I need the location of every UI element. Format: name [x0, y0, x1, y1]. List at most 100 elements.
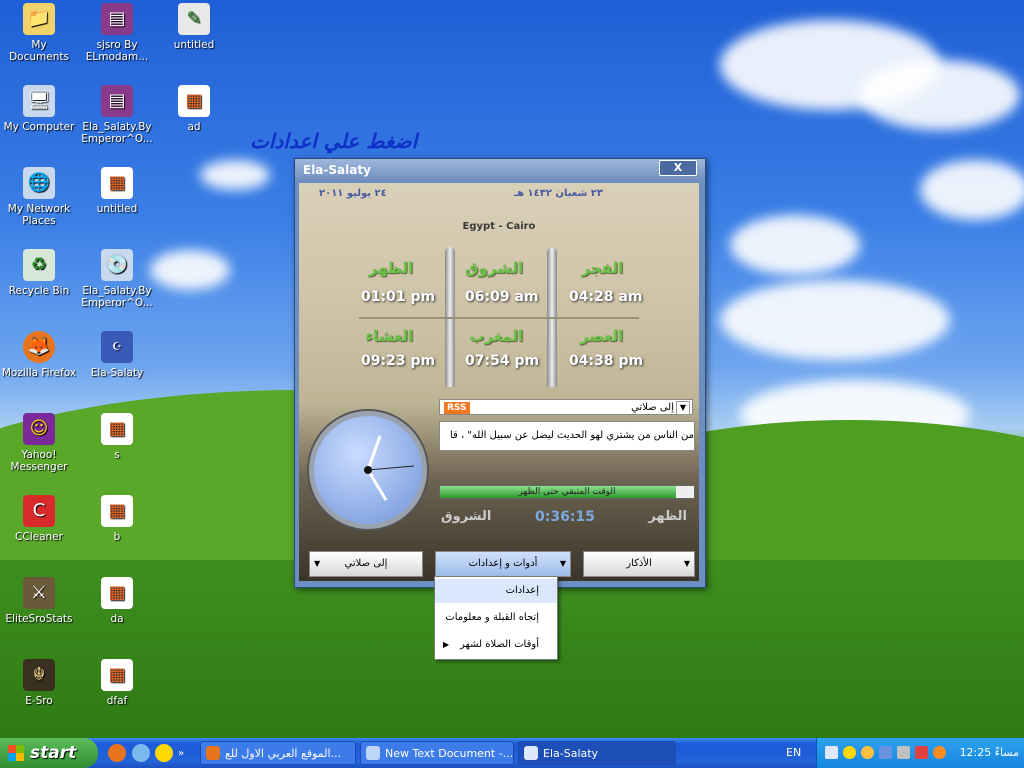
desktop-icon-my-documents[interactable]: 📁 My Documents [0, 3, 78, 63]
desktop-icon-ela-salaty-rar-1[interactable]: ▤ Ela_Salaty.By Emperor^O... [78, 85, 156, 145]
network-tray-icon[interactable] [879, 746, 892, 759]
desktop-icon-untitled-1[interactable]: ✎ untitled [155, 3, 233, 51]
security-tray-icon[interactable] [915, 746, 928, 759]
progress-label: الوقت المتبقي حتى الظهر [518, 487, 616, 497]
window-titlebar[interactable]: Ela-Salaty X [295, 159, 705, 181]
desktop-icon-ela-salaty-rar-2[interactable]: 💿 Ela_Salaty.By Emperor^O... [78, 249, 156, 309]
ela-salaty-tray-icon[interactable] [825, 746, 838, 759]
hijri-date: ٢٣ شعبان ١٤٣٢ هـ [513, 188, 603, 199]
ie-quicklaunch-icon[interactable] [132, 744, 150, 762]
task-arabic-site[interactable]: الموقع العربي الاول للع... [200, 741, 356, 765]
task-label: الموقع العربي الاول للع... [225, 747, 342, 760]
close-button[interactable]: X [659, 160, 697, 176]
prayer-time-shuruq: 06:09 am [465, 289, 539, 305]
desktop-icon-ad[interactable]: ▦ ad [155, 85, 233, 133]
city-label: Egypt - Cairo [462, 221, 536, 232]
desktop-icon-sjsro[interactable]: ▤ sjsro By ELmodam... [78, 3, 156, 63]
emoticon-tray-icon[interactable] [861, 746, 874, 759]
button-label: الأذكار [626, 558, 652, 569]
taskbar: start » الموقع العربي الاول للع... New T… [0, 738, 1024, 768]
adhkar-button[interactable]: ▼ الأذكار [583, 551, 695, 577]
icon-label: da [110, 613, 124, 625]
start-button[interactable]: start [0, 738, 98, 768]
firefox-quicklaunch-icon[interactable] [108, 744, 126, 762]
menu-item-qibla[interactable]: إتجاه القبلة و معلومات [435, 606, 557, 630]
e-sro-icon: ☬ [23, 659, 55, 691]
icon-label: CCleaner [15, 531, 63, 543]
chevron-right-icon[interactable]: » [178, 748, 188, 759]
desktop-icon-e-sro[interactable]: ☬ E-Sro [0, 659, 78, 707]
paint-icon: ✎ [178, 3, 210, 35]
cloud [200, 160, 270, 190]
desktop-icon-yahoo-messenger[interactable]: ☺ Yahoo! Messenger [0, 413, 78, 473]
icon-label: My Documents [9, 39, 69, 63]
cloud [860, 60, 1020, 130]
yahoo-messenger-icon: ☺ [23, 413, 55, 445]
menu-item-label: إتجاه القبلة و معلومات [445, 612, 539, 623]
icon-label: Ela_Salaty.By Emperor^O... [81, 121, 153, 145]
desktop-icon-untitled-2[interactable]: ▦ untitled [78, 167, 156, 215]
windows-logo-icon [8, 745, 24, 761]
firefox-icon [206, 746, 220, 760]
icon-label: My Computer [3, 121, 75, 133]
icon-label: s [114, 449, 120, 461]
task-ela-salaty[interactable]: Ela-Salaty [518, 741, 676, 765]
messenger-tray-icon[interactable] [843, 746, 856, 759]
winrar-icon: ▤ [101, 85, 133, 117]
to-my-prayer-button[interactable]: ▼ إلى صلاتي [309, 551, 423, 577]
volume-tray-icon[interactable] [897, 746, 910, 759]
feed-select[interactable]: RSS إلى صلاتي ▼ [439, 399, 693, 415]
desktop-icon-ccleaner[interactable]: C CCleaner [0, 495, 78, 543]
notepad-icon [366, 746, 380, 760]
desktop-icon-s[interactable]: ▦ s [78, 413, 156, 461]
firefox-icon: 🦊 [23, 331, 55, 363]
document-icon: ▦ [101, 413, 133, 445]
update-tray-icon[interactable] [933, 746, 946, 759]
desktop-icon-my-computer[interactable]: 🖥 My Computer [0, 85, 78, 133]
chevron-down-icon: ▼ [559, 559, 566, 568]
feed-select-value: إلى صلاتي [631, 402, 674, 413]
button-label: إلى صلاتي [344, 558, 388, 569]
chevron-down-icon[interactable]: ▼ [676, 401, 690, 415]
desktop-icon-my-network-places[interactable]: 🌐 My Network Places [0, 167, 78, 227]
messenger-quicklaunch-icon[interactable] [155, 744, 173, 762]
menu-item-monthly-times[interactable]: ▶ أوقات الصلاة لشهر [435, 633, 557, 657]
document-icon: ▦ [101, 167, 133, 199]
menu-item-settings[interactable]: إعدادات [435, 579, 557, 603]
cloud [150, 250, 230, 290]
ela-salaty-window: Ela-Salaty X ٢٤ يوليو ٢٠١١ ٢٣ شعبان ١٤٣٢… [294, 158, 706, 588]
desktop-icon-recycle-bin[interactable]: ♻ Recycle Bin [0, 249, 78, 297]
analog-clock [309, 411, 427, 529]
icon-label: My Network Places [7, 203, 71, 227]
window-title: Ela-Salaty [303, 163, 371, 177]
folder-icon: 📁 [23, 3, 55, 35]
document-icon: ▦ [101, 495, 133, 527]
document-icon: ▦ [178, 85, 210, 117]
task-label: Ela-Salaty [543, 747, 599, 760]
desktop-icon-dfaf[interactable]: ▦ dfaf [78, 659, 156, 707]
next-event: الظهر [648, 509, 687, 524]
icon-label: dfaf [106, 695, 128, 707]
desktop-icon-da[interactable]: ▦ da [78, 577, 156, 625]
tools-settings-button[interactable]: ▼ أدوات و إعدادات [435, 551, 571, 577]
button-label: أدوات و إعدادات [468, 558, 538, 569]
icon-label: untitled [96, 203, 138, 215]
icon-label: untitled [173, 39, 215, 51]
task-label: New Text Document -... [385, 747, 514, 760]
desktop-icon-b[interactable]: ▦ b [78, 495, 156, 543]
icon-label: b [113, 531, 121, 543]
task-notepad[interactable]: New Text Document -... [360, 741, 514, 765]
ela-salaty-icon: ☪ [101, 331, 133, 363]
prayer-name-isha: العشاء [365, 327, 413, 345]
system-tray: 12:25 مساءً [816, 738, 1024, 768]
installer-icon: 💿 [101, 249, 133, 281]
icon-label: Recycle Bin [8, 285, 70, 297]
taskbar-clock[interactable]: 12:25 مساءً [960, 738, 1019, 768]
network-icon: 🌐 [23, 167, 55, 199]
menu-item-label: إعدادات [505, 585, 539, 596]
quote-ticker: من الناس من يشتري لهو الحديث ليضل عن سبي… [439, 421, 695, 451]
desktop-icon-elitesrostats[interactable]: ⚔ EliteSroStats [0, 577, 78, 625]
language-indicator[interactable]: EN [786, 738, 801, 768]
desktop-icon-mozilla-firefox[interactable]: 🦊 Mozilla Firefox [0, 331, 78, 379]
desktop-icon-ela-salaty[interactable]: ☪ Ela-Salaty [78, 331, 156, 379]
